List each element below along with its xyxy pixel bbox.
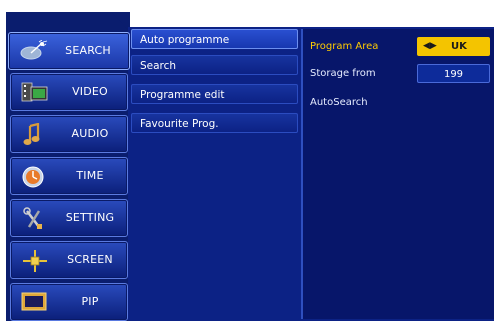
- music-note-icon: [21, 122, 47, 145]
- menu-video-button[interactable]: VIDEO: [10, 73, 128, 111]
- satellite-dish-icon: [19, 39, 48, 62]
- menu-screen-label: SCREEN: [67, 253, 113, 266]
- program-area-selector[interactable]: ◀▶ UK: [417, 37, 490, 56]
- menu-search-label: SEARCH: [65, 44, 111, 57]
- menu-tab-top: [6, 12, 130, 32]
- menu-search-button[interactable]: SEARCH: [8, 32, 130, 70]
- submenu-auto-programme[interactable]: Auto programme: [131, 29, 298, 49]
- submenu-favourite-prog[interactable]: Favourite Prog.: [131, 113, 298, 133]
- menu-setting-button[interactable]: SETTING: [10, 199, 128, 237]
- program-area-label: Program Area: [310, 41, 379, 52]
- left-right-arrow-icon: ◀▶: [423, 41, 437, 51]
- tools-icon: [21, 207, 47, 229]
- pip-screen-icon: [21, 291, 47, 313]
- menu-setting-label: SETTING: [65, 211, 115, 224]
- autosearch-label[interactable]: AutoSearch: [310, 97, 368, 108]
- menu-time-button[interactable]: TIME: [10, 157, 128, 195]
- program-area-value: UK: [451, 41, 467, 52]
- menu-audio-label: AUDIO: [71, 127, 109, 140]
- film-monitor-icon: [21, 81, 48, 103]
- menu-video-label: VIDEO: [72, 85, 108, 98]
- menu-screen-button[interactable]: SCREEN: [10, 241, 128, 279]
- submenu-programme-edit[interactable]: Programme edit: [131, 84, 298, 104]
- clock-icon: [21, 165, 47, 188]
- storage-from-field[interactable]: 199: [417, 64, 490, 83]
- menu-audio-button[interactable]: AUDIO: [10, 115, 128, 153]
- menu-pip-button[interactable]: PIP: [10, 283, 128, 321]
- menu-pip-label: PIP: [81, 295, 99, 308]
- crosshair-icon: [21, 249, 47, 272]
- storage-from-label: Storage from: [310, 68, 376, 79]
- menu-time-label: TIME: [76, 169, 104, 182]
- submenu-search[interactable]: Search: [131, 55, 298, 75]
